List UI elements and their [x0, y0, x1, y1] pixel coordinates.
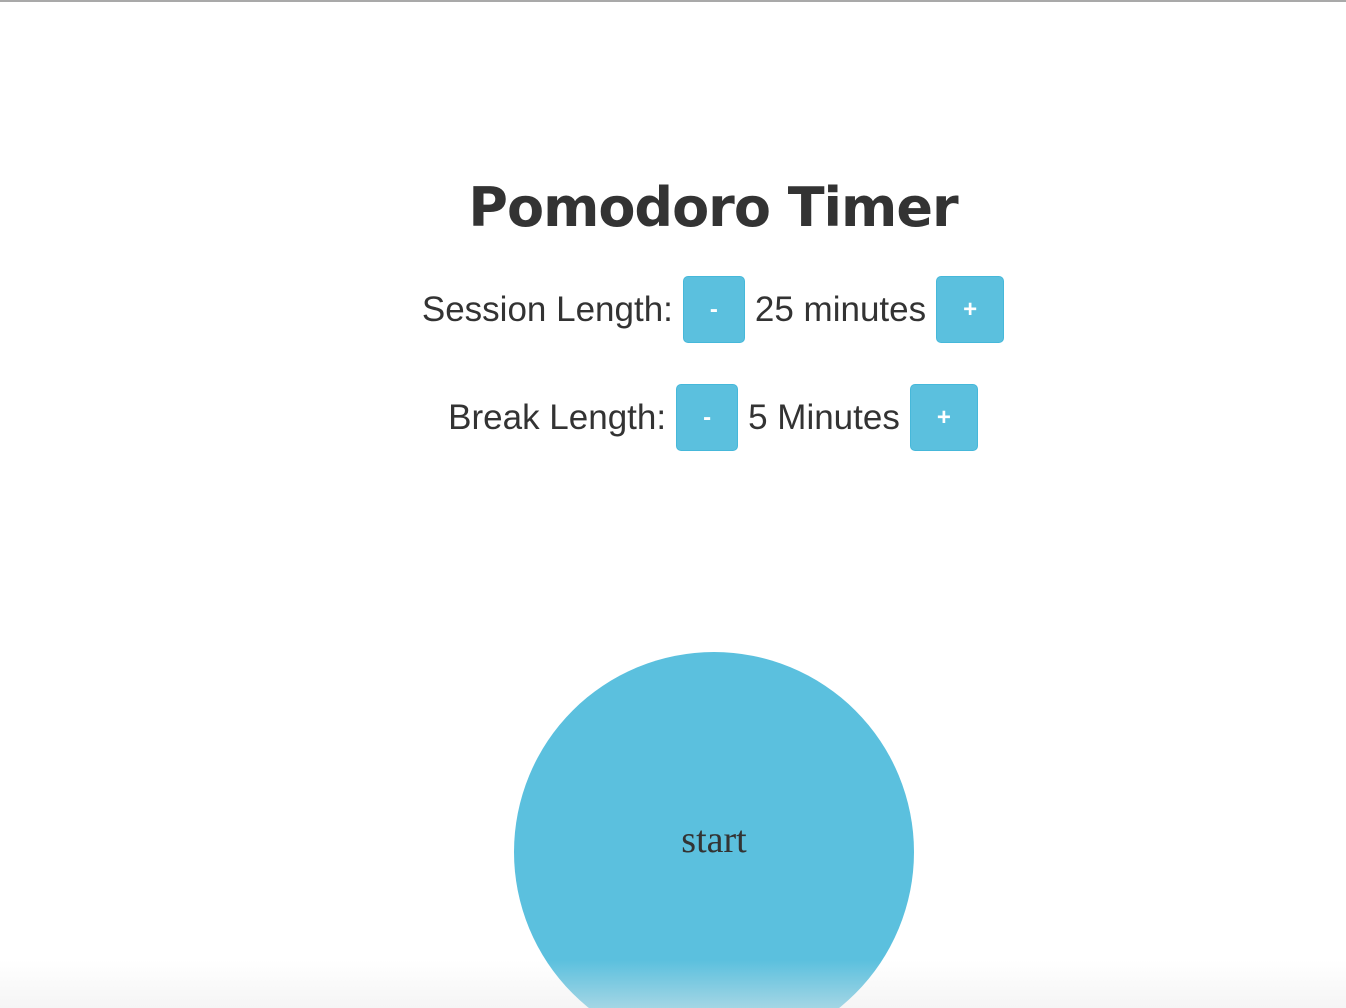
break-increment-button[interactable]: +: [909, 384, 978, 451]
break-length-row: Break Length: - 5 Minutes +: [0, 384, 1346, 451]
pomodoro-app: Pomodoro Timer Session Length: - 25 minu…: [0, 0, 1346, 1008]
session-increment-button[interactable]: +: [936, 276, 1005, 343]
break-decrement-button[interactable]: -: [676, 384, 739, 451]
session-length-label: Session Length:: [421, 289, 673, 329]
session-length-row: Session Length: - 25 minutes +: [0, 276, 1346, 343]
start-label: start: [681, 818, 747, 861]
break-length-value: 5 Minutes: [748, 397, 900, 437]
session-decrement-button[interactable]: -: [682, 276, 745, 343]
break-length-label: Break Length:: [448, 397, 667, 437]
page-title: Pomodoro Timer: [468, 176, 958, 239]
session-length-value: 25 minutes: [754, 289, 927, 329]
start-timer-button[interactable]: start: [514, 652, 914, 1008]
